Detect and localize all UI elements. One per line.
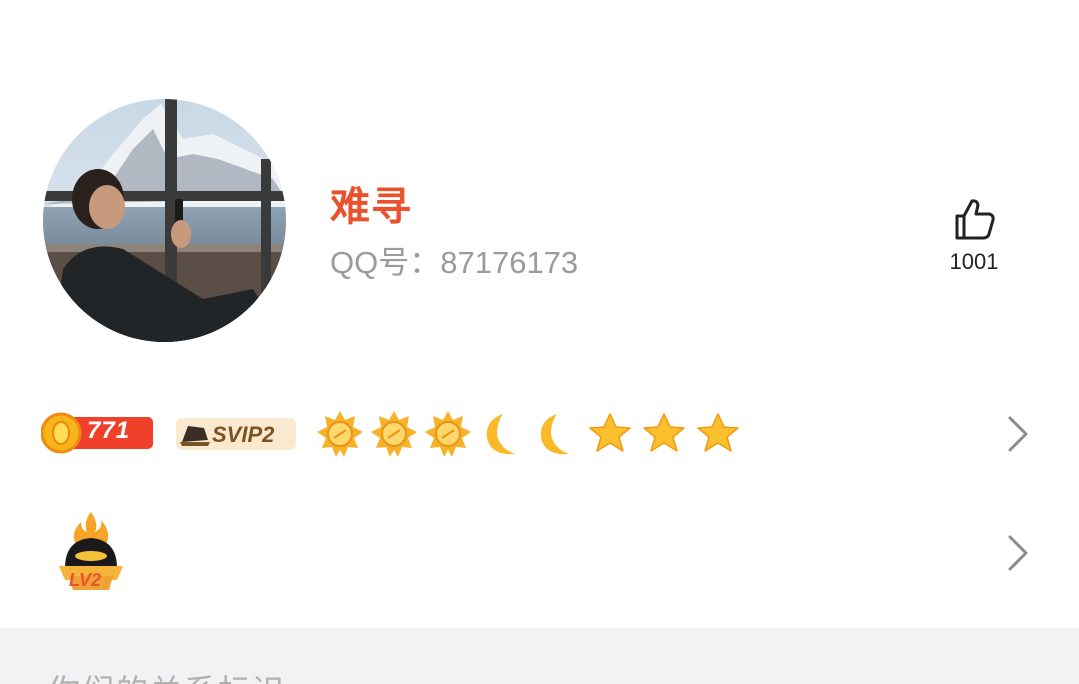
sun-icon — [371, 411, 417, 457]
star-icon — [643, 413, 685, 452]
profile-name: 难寻 — [330, 185, 412, 229]
moon-icon — [486, 414, 515, 455]
coin-count: 771 — [87, 417, 131, 444]
moon-icon — [540, 414, 569, 455]
svip-icon — [180, 426, 210, 446]
avatar-photo — [43, 99, 286, 342]
like-button[interactable]: 1001 — [938, 196, 1010, 275]
chevron-right-icon[interactable] — [1006, 414, 1030, 454]
qq-number-label: QQ号： — [330, 245, 441, 280]
star-icon — [589, 413, 631, 452]
lv-badge-label: LV2 — [69, 570, 102, 590]
relationship-section: 你们的关系标识 — [0, 628, 1079, 684]
qq-number-line: QQ号：87176173 — [330, 237, 578, 282]
svip-badge[interactable]: SVIP2 — [176, 418, 296, 450]
relationship-section-title: 你们的关系标识 — [48, 666, 286, 684]
qq-number: 87176173 — [440, 245, 579, 280]
lv-badge-icon: LV2 — [55, 510, 127, 594]
svip-label: SVIP2 — [212, 422, 275, 447]
like-count: 1001 — [949, 249, 999, 274]
sun-icon — [425, 411, 471, 457]
level-badge-row[interactable] — [0, 503, 1079, 603]
chevron-right-icon[interactable] — [1006, 533, 1030, 573]
coin-badge[interactable]: 771 — [40, 412, 153, 454]
thumbs-up-icon — [955, 199, 995, 240]
qq-level-icons[interactable] — [313, 408, 745, 460]
sun-icon — [317, 411, 363, 457]
star-icon — [697, 413, 739, 452]
avatar[interactable] — [43, 99, 286, 342]
